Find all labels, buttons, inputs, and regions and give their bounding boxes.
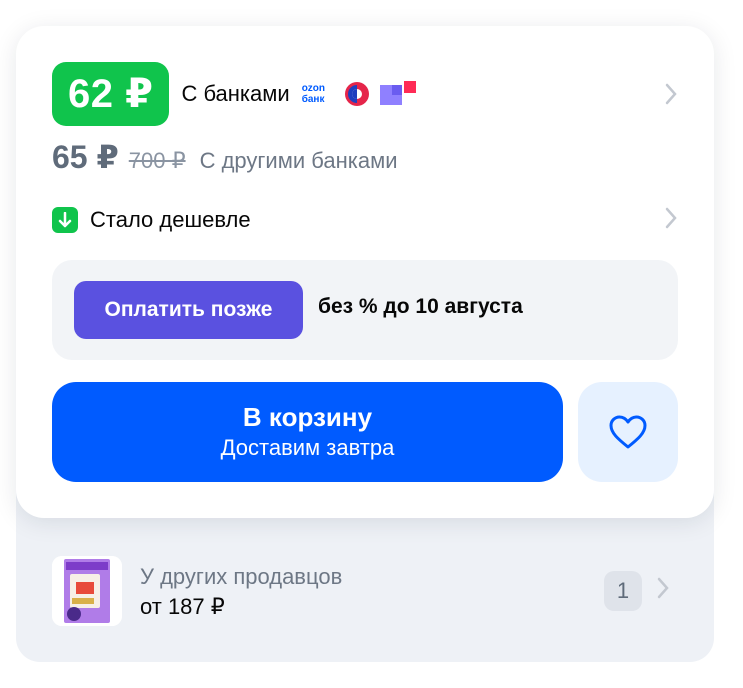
add-to-cart-label: В корзину	[242, 402, 373, 432]
ozon-bank-logo: ozon банк	[302, 83, 338, 105]
ozon-bank-logo-line1: ozon	[301, 83, 326, 94]
arrow-down-icon	[52, 207, 78, 233]
favorite-button[interactable]	[578, 382, 678, 482]
bank-price-row[interactable]: 62 ₽ С банками ozon банк	[52, 62, 678, 126]
other-banks-label: С другими банками	[199, 148, 398, 173]
pay-later-button[interactable]: Оплатить позже	[74, 281, 303, 339]
product-thumbnail	[52, 556, 122, 626]
heart-icon	[609, 415, 647, 449]
add-to-cart-button[interactable]: В корзину Доставим завтра	[52, 382, 563, 482]
price-dropped-label: Стало дешевле	[90, 207, 251, 232]
ozon-bank-logo-line2: банк	[301, 94, 325, 105]
old-price: 700 ₽	[128, 148, 186, 173]
chevron-right-icon[interactable]	[664, 82, 678, 113]
price-card: 62 ₽ С банками ozon банк 65 ₽ 700 ₽ С др…	[16, 26, 714, 518]
delivery-label: Доставим завтра	[220, 435, 395, 460]
sbp-icon	[344, 81, 370, 107]
chevron-right-icon[interactable]	[664, 206, 678, 237]
pay-later-terms: без % до 10 августа	[318, 295, 523, 318]
bank-price-badge: 62 ₽	[52, 62, 170, 126]
chevron-right-icon[interactable]	[656, 576, 670, 607]
other-banks-price-row: 65 ₽ 700 ₽ С другими банками	[52, 138, 397, 176]
sellers-count-badge: 1	[604, 571, 642, 611]
other-banks-price: 65 ₽	[52, 139, 119, 175]
price-dropped-row[interactable]: Стало дешевле	[52, 206, 678, 234]
other-sellers-price: от 187 ₽	[140, 594, 225, 619]
pay-later-panel: Оплатить позже без % до 10 августа	[52, 260, 678, 360]
with-banks-label: С банками	[181, 81, 290, 106]
other-sellers-label: У других продавцов	[140, 564, 343, 589]
violet-bank-icon	[379, 81, 416, 107]
other-sellers-row[interactable]: У других продавцов от 187 ₽ 1	[52, 556, 678, 626]
